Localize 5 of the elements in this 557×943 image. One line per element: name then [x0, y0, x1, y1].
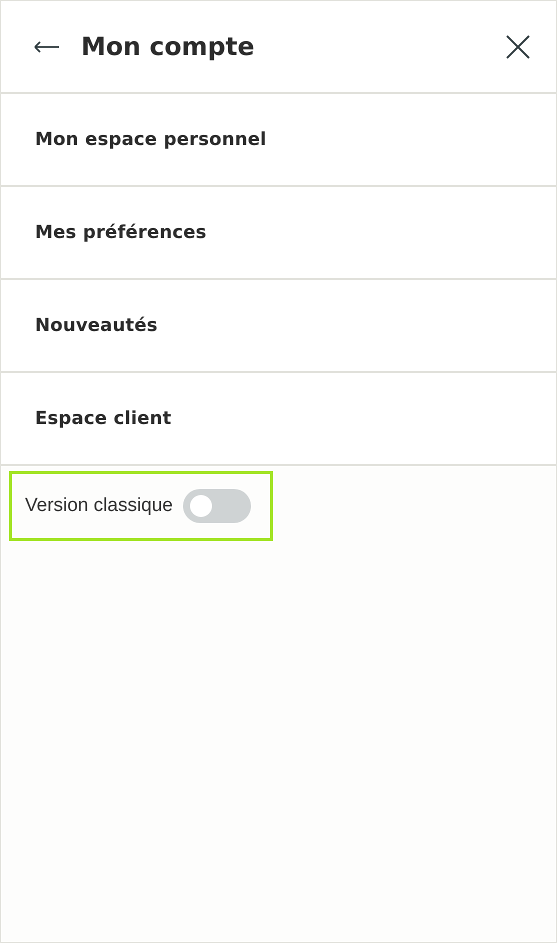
toggle-switch[interactable] [182, 489, 251, 523]
toggle-label: Version classique [25, 495, 173, 517]
back-arrow-icon[interactable] [34, 40, 60, 52]
page-title: Mon compte [81, 32, 256, 61]
close-icon[interactable] [506, 34, 530, 58]
